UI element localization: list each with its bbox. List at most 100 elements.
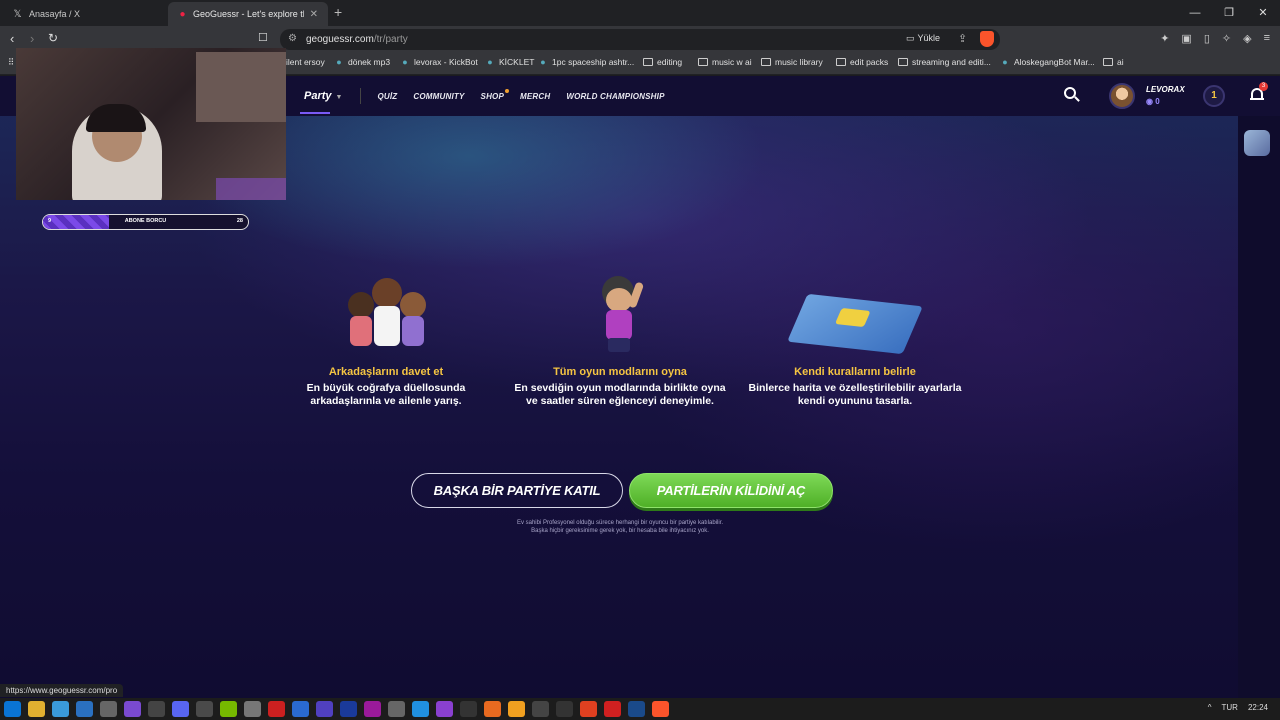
nav-shop[interactable]: SHOP	[481, 88, 510, 101]
after-effects-icon[interactable]	[340, 701, 357, 717]
nav-merch[interactable]: MERCH	[520, 92, 550, 101]
feature-title: Arkadaşlarını davet et	[328, 366, 444, 378]
app-icon[interactable]	[460, 701, 477, 717]
chevron-up-icon[interactable]: ^	[1208, 703, 1212, 712]
media-encoder-icon[interactable]	[316, 701, 333, 717]
close-tab-icon[interactable]: ✕	[310, 9, 318, 20]
close-window-icon[interactable]: ✕	[1246, 0, 1280, 26]
bookmark-item[interactable]: ● dönek mp3	[334, 57, 390, 67]
app-icon[interactable]	[436, 701, 453, 717]
nav-quiz[interactable]: QUİZ	[377, 92, 397, 101]
nav-community[interactable]: COMMUNITY	[413, 92, 464, 101]
minimize-icon[interactable]: —	[1178, 0, 1212, 26]
file-explorer-icon[interactable]	[28, 701, 45, 717]
address-bar[interactable]: ⚙ geoguessr.com/tr/party ▭ Yükle ⇪	[280, 29, 1000, 50]
brave-icon[interactable]	[652, 701, 669, 717]
folder-icon	[898, 58, 908, 66]
steam-icon[interactable]	[628, 701, 645, 717]
obs-icon[interactable]	[124, 701, 141, 717]
capcut-icon[interactable]	[388, 701, 405, 717]
discord-icon[interactable]	[172, 701, 189, 717]
tab-x[interactable]: 𝕏 Anasayfa / X	[2, 2, 164, 26]
apps-icon[interactable]: ⠿	[8, 57, 14, 68]
extensions-icon[interactable]: ✦	[1160, 32, 1169, 45]
telegram-icon[interactable]	[412, 701, 429, 717]
bookmark-item[interactable]: ● levorax - KickBot	[400, 57, 478, 67]
clock[interactable]: 22:24	[1248, 703, 1268, 712]
app-icon[interactable]	[556, 701, 573, 717]
notion-icon[interactable]	[100, 701, 117, 717]
restore-icon[interactable]: ❐	[1212, 0, 1246, 26]
install-button[interactable]: ▭ Yükle	[906, 33, 940, 44]
shop-notification-dot	[505, 88, 510, 93]
bookmark-item[interactable]: music library	[761, 57, 823, 67]
feature-description: En sevdiğin oyun modlarında birlikte oyn…	[500, 382, 740, 408]
bell-icon[interactable]: 3	[1250, 82, 1268, 102]
photoshop-icon[interactable]	[292, 701, 309, 717]
brave-shield-icon[interactable]	[980, 31, 994, 47]
friend-avatar[interactable]	[1244, 130, 1270, 156]
windows-start-icon[interactable]	[4, 701, 21, 717]
app-icon[interactable]	[508, 701, 525, 717]
nav-world-championship[interactable]: WORLD CHAMPIONSHIP	[566, 92, 664, 101]
bookmark-label: KİCKLET	[499, 57, 535, 67]
leo-ai-icon[interactable]: ✧	[1222, 32, 1231, 45]
nvidia-icon[interactable]	[220, 701, 237, 717]
url-text[interactable]: geoguessr.com/tr/party	[306, 34, 408, 45]
bookmark-item[interactable]: edit packs	[836, 57, 888, 67]
vscode-icon[interactable]	[76, 701, 93, 717]
app-icon[interactable]	[244, 701, 261, 717]
desc-line: En büyük coğrafya düellosunda	[306, 382, 466, 394]
windows-taskbar: ^ TUR 22:24	[0, 698, 1280, 720]
app-icon[interactable]	[580, 701, 597, 717]
system-tray: ^ TUR 22:24	[1208, 703, 1268, 712]
share-icon[interactable]: ⇪	[958, 32, 967, 45]
bookmark-item[interactable]: ai	[1103, 57, 1124, 67]
bookmark-item[interactable]: streaming and editi...	[898, 57, 991, 67]
forward-icon[interactable]: ›	[30, 31, 34, 46]
site-info-icon[interactable]: ⚙	[288, 33, 297, 44]
party-info-note: Ev sahibi Profesyonel olduğu sürece herh…	[516, 520, 724, 534]
bookmark-item[interactable]: ● 1pc spaceship ashtr...	[538, 57, 634, 67]
premiere-icon[interactable]	[364, 701, 381, 717]
webcam-overlay	[16, 48, 286, 200]
player-illustration	[590, 272, 650, 362]
vpn-icon[interactable]: ◈	[1243, 32, 1251, 45]
username[interactable]: LEVORAX	[1146, 85, 1185, 94]
epic-icon[interactable]	[148, 701, 165, 717]
search-icon[interactable]	[1064, 87, 1080, 103]
sidebar-icon[interactable]: ▯	[1204, 32, 1210, 45]
blender-icon[interactable]	[484, 701, 501, 717]
bookmark-item[interactable]: ilent ersoy	[286, 57, 325, 67]
join-another-party-button[interactable]: BAŞKA BİR PARTİYE KATIL	[411, 473, 623, 508]
kickbot-icon: ●	[402, 57, 408, 67]
tab-title: GeoGuessr - Let's explore the w...	[192, 9, 304, 19]
illustrator-icon[interactable]	[268, 701, 285, 717]
chrome-icon: ●	[1002, 57, 1008, 67]
level-badge[interactable]: 1	[1203, 85, 1225, 107]
app-icon[interactable]	[532, 701, 549, 717]
feature-custom-rules: Kendi kurallarını belirle Binlerce harit…	[735, 272, 975, 408]
avatar[interactable]	[1109, 83, 1135, 109]
github-icon[interactable]	[196, 701, 213, 717]
new-tab-button[interactable]: +	[334, 4, 342, 20]
tab-geoguessr[interactable]: ● GeoGuessr - Let's explore the w... ✕	[168, 2, 328, 26]
language-indicator[interactable]: TUR	[1222, 703, 1238, 712]
bookmark-item[interactable]: ● AloskegangBot Mar...	[1000, 57, 1095, 67]
folder-icon	[761, 58, 771, 66]
app-icon[interactable]	[604, 701, 621, 717]
map-illustration	[735, 272, 975, 362]
screenshot-icon[interactable]: ▣	[1181, 32, 1191, 45]
party-menu[interactable]: Party ▼	[300, 90, 346, 114]
unlock-parties-button[interactable]: PARTİLERİN KİLİDİNİ AÇ	[629, 473, 833, 508]
reload-icon[interactable]: ↻	[48, 31, 58, 45]
chrome-icon[interactable]	[52, 701, 69, 717]
feature-all-modes: Tüm oyun modlarını oyna En sevdiğin oyun…	[500, 272, 740, 408]
desc-line: arkadaşlarınla ve ailenle yarış.	[310, 395, 462, 407]
back-icon[interactable]: ‹	[10, 31, 14, 46]
bookmark-item[interactable]: ● KİCKLET	[485, 57, 534, 67]
bookmark-item[interactable]: editing	[643, 57, 682, 67]
bookmark-icon[interactable]: ☐	[258, 31, 268, 44]
menu-icon[interactable]: ≡	[1264, 32, 1270, 45]
bookmark-item[interactable]: music w ai	[698, 57, 752, 67]
